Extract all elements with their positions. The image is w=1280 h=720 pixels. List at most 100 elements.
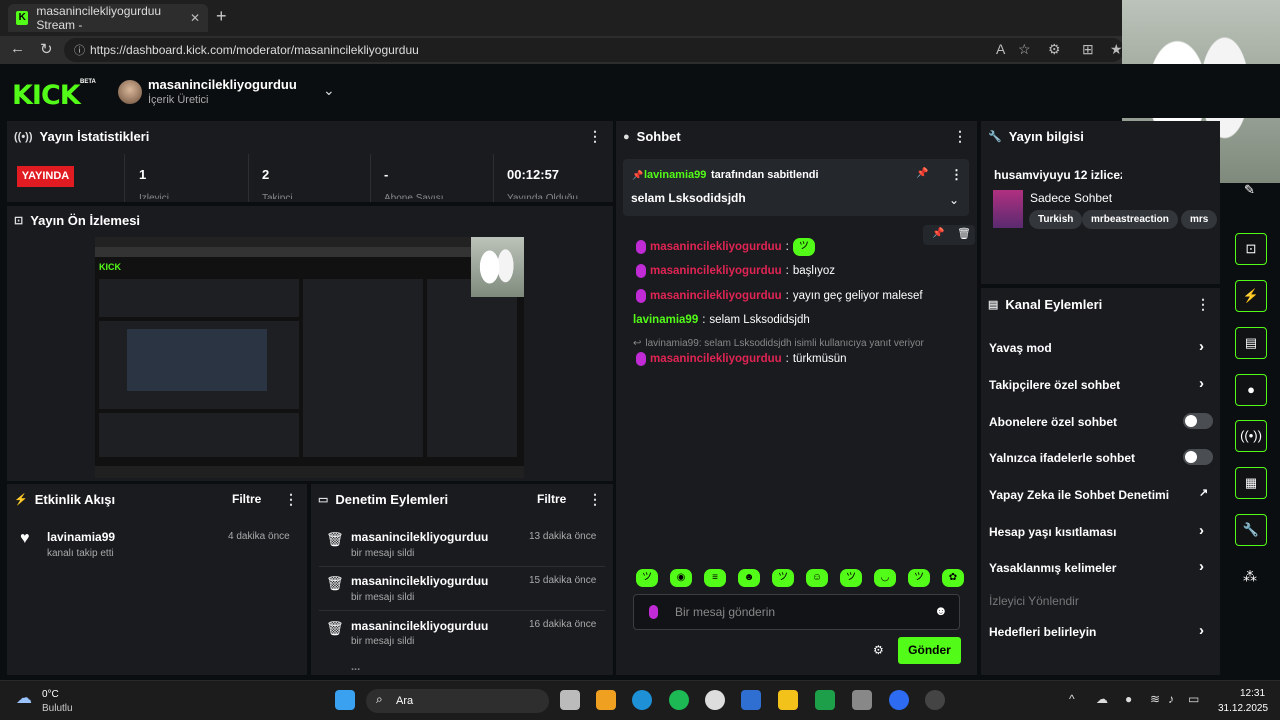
chat-message[interactable]: masanincilekliyogurduu: yayın geç geliyo… <box>636 289 923 303</box>
sidebar-button[interactable]: 🔧 <box>1235 514 1267 546</box>
sidebar-button[interactable]: ● <box>1235 374 1267 406</box>
setting-ai-moderation[interactable]: Yapay Zeka ile Sohbet Denetimi <box>989 488 1169 502</box>
activity-filter-button[interactable]: Filtre <box>232 492 261 506</box>
volume-icon[interactable]: ♪ <box>1168 692 1174 706</box>
chat-message[interactable]: masanincilekliyogurduu: başlıyoz <box>636 264 835 278</box>
battery-icon[interactable]: ▭ <box>1188 692 1199 706</box>
store-icon[interactable] <box>596 690 616 710</box>
emote-icon[interactable]: ≡ <box>704 569 726 587</box>
stream-preview[interactable]: KICK <box>95 237 524 478</box>
obs-icon[interactable] <box>925 690 945 710</box>
excel-icon[interactable] <box>815 690 835 710</box>
sidebar-button[interactable]: ▤ <box>1235 327 1267 359</box>
stream-category[interactable]: Sadece Sohbet <box>1030 191 1112 205</box>
send-button[interactable]: Gönder <box>898 637 961 664</box>
chat-username[interactable]: masanincilekliyogurduu <box>650 265 782 277</box>
chat-settings-gear-icon[interactable]: ⚙ <box>873 643 884 657</box>
favorites-icon[interactable]: ★ <box>1110 41 1123 58</box>
browser-tab[interactable]: K masanincilekliyogurduu Stream - ✕ <box>8 4 208 32</box>
chevron-down-icon[interactable]: ⌄ <box>949 193 959 207</box>
task-view-icon[interactable] <box>560 690 580 710</box>
chevron-right-icon[interactable]: › <box>1199 558 1204 575</box>
setting-followers-only[interactable]: Takipçilere özel sohbet <box>989 378 1120 392</box>
emoji-picker-icon[interactable]: ☻ <box>934 603 948 618</box>
site-info-icon[interactable]: ⓘ <box>74 42 85 58</box>
channel-actions-menu-icon[interactable]: ⋮ <box>1196 296 1210 313</box>
url-field[interactable]: https://dashboard.kick.com/moderator/mas… <box>64 38 1124 62</box>
chat-username[interactable]: masanincilekliyogurduu <box>650 353 782 365</box>
defender-icon[interactable] <box>741 690 761 710</box>
subscribers-only-toggle[interactable] <box>1183 413 1213 429</box>
camera-icon[interactable] <box>852 690 872 710</box>
emote-icon[interactable]: ◡ <box>874 569 896 587</box>
read-aloud-icon[interactable]: A <box>996 41 1005 57</box>
activity-user[interactable]: lavinamia99 <box>47 530 115 544</box>
tag-chip[interactable]: Turkish <box>1029 210 1083 229</box>
clock-date[interactable]: 31.12.2025 <box>1218 703 1268 714</box>
setting-slow-mode[interactable]: Yavaş mod <box>989 341 1052 355</box>
sidebar-button[interactable]: ⚡ <box>1235 280 1267 312</box>
split-screen-icon[interactable]: ⊞ <box>1082 41 1094 58</box>
tab-close-icon[interactable]: ✕ <box>190 11 200 25</box>
emote-icon[interactable]: ☻ <box>738 569 760 587</box>
moderation-user[interactable]: masanincilekliyogurduu <box>351 574 488 588</box>
moderation-user[interactable]: masanincilekliyogurduu <box>351 530 488 544</box>
file-explorer-icon[interactable] <box>778 690 798 710</box>
activity-menu-icon[interactable]: ⋮ <box>284 491 298 508</box>
pinned-menu-icon[interactable]: ⋮ <box>950 167 963 183</box>
chat-message[interactable]: masanincilekliyogurduu: türkmüsün <box>636 352 847 366</box>
emote-icon[interactable]: ☺ <box>806 569 828 587</box>
emote-icon[interactable]: ツ <box>772 569 794 587</box>
chevron-right-icon[interactable]: › <box>1199 622 1204 639</box>
favorite-star-icon[interactable]: ☆ <box>1018 41 1031 58</box>
emote-icon[interactable]: ◉ <box>670 569 692 587</box>
chevron-right-icon[interactable]: › <box>1199 522 1204 539</box>
back-icon[interactable]: ← <box>10 40 25 57</box>
kick-logo[interactable]: KICK <box>12 80 81 111</box>
sidebar-button[interactable]: ((•)) <box>1235 420 1267 452</box>
pin-message-icon[interactable]: 📌 <box>932 228 944 239</box>
weather-icon[interactable]: ☁ <box>16 688 32 708</box>
spotify-icon[interactable] <box>669 690 689 710</box>
clock-time[interactable]: 12:31 <box>1240 688 1265 699</box>
chat-input[interactable]: Bir mesaj gönderin ☻ <box>633 594 960 630</box>
sidebar-button[interactable]: ▦ <box>1235 467 1267 499</box>
chat-message[interactable]: lavinamia99: selam Lsksodidsjdh <box>633 314 810 326</box>
chat-menu-icon[interactable]: ⋮ <box>953 128 967 145</box>
chatgpt-icon[interactable] <box>705 690 725 710</box>
chevron-right-icon[interactable]: › <box>1199 375 1204 392</box>
emote-icon[interactable]: ✿ <box>942 569 964 587</box>
tray-overflow-icon[interactable]: ^ <box>1069 692 1075 706</box>
reload-icon[interactable]: ↻ <box>40 40 53 58</box>
chat-username[interactable]: masanincilekliyogurduu <box>650 290 782 302</box>
new-tab-icon[interactable]: + <box>216 6 227 27</box>
edge-icon[interactable] <box>632 690 652 710</box>
sidebar-button[interactable]: ⊡ <box>1235 233 1267 265</box>
wifi-icon[interactable]: ≋ <box>1150 692 1160 706</box>
stats-menu-icon[interactable]: ⋮ <box>588 128 602 145</box>
chat-username[interactable]: masanincilekliyogurduu <box>650 241 782 253</box>
zoom-icon[interactable] <box>889 690 909 710</box>
emote-icon[interactable]: ツ <box>908 569 930 587</box>
tag-chip[interactable]: mrs <box>1181 210 1218 229</box>
extensions-icon[interactable]: ⚙ <box>1048 41 1061 58</box>
chevron-right-icon[interactable]: › <box>1199 338 1204 355</box>
chevron-down-icon[interactable]: ⌄ <box>323 82 335 99</box>
setting-goals[interactable]: Hedefleri belirleyin <box>989 625 1096 639</box>
unpin-icon[interactable]: 📌 <box>916 168 928 179</box>
edit-pencil-icon[interactable]: ✎ <box>1244 182 1255 198</box>
moderation-user[interactable]: masanincilekliyogurduu <box>351 619 488 633</box>
apps-icon[interactable]: ⁂ <box>1243 568 1257 585</box>
chat-message[interactable]: masanincilekliyogurduu: ツ <box>636 238 815 256</box>
taskbar-search[interactable]: ⌕ Ara <box>366 689 549 713</box>
pinned-message[interactable]: 📌 lavinamia99 tarafından sabitlendi sela… <box>623 159 969 216</box>
onedrive-icon[interactable]: ☁ <box>1096 692 1108 706</box>
external-link-icon[interactable]: ↗ <box>1199 486 1208 499</box>
setting-account-age[interactable]: Hesap yaşı kısıtlaması <box>989 525 1116 539</box>
windows-start-icon[interactable] <box>335 690 355 710</box>
moderation-filter-button[interactable]: Filtre <box>537 492 566 506</box>
moderation-menu-icon[interactable]: ⋮ <box>588 491 602 508</box>
avatar[interactable] <box>118 80 142 104</box>
tag-chip[interactable]: mrbeastreaction <box>1082 210 1178 229</box>
setting-banned-words[interactable]: Yasaklanmış kelimeler <box>989 561 1116 575</box>
